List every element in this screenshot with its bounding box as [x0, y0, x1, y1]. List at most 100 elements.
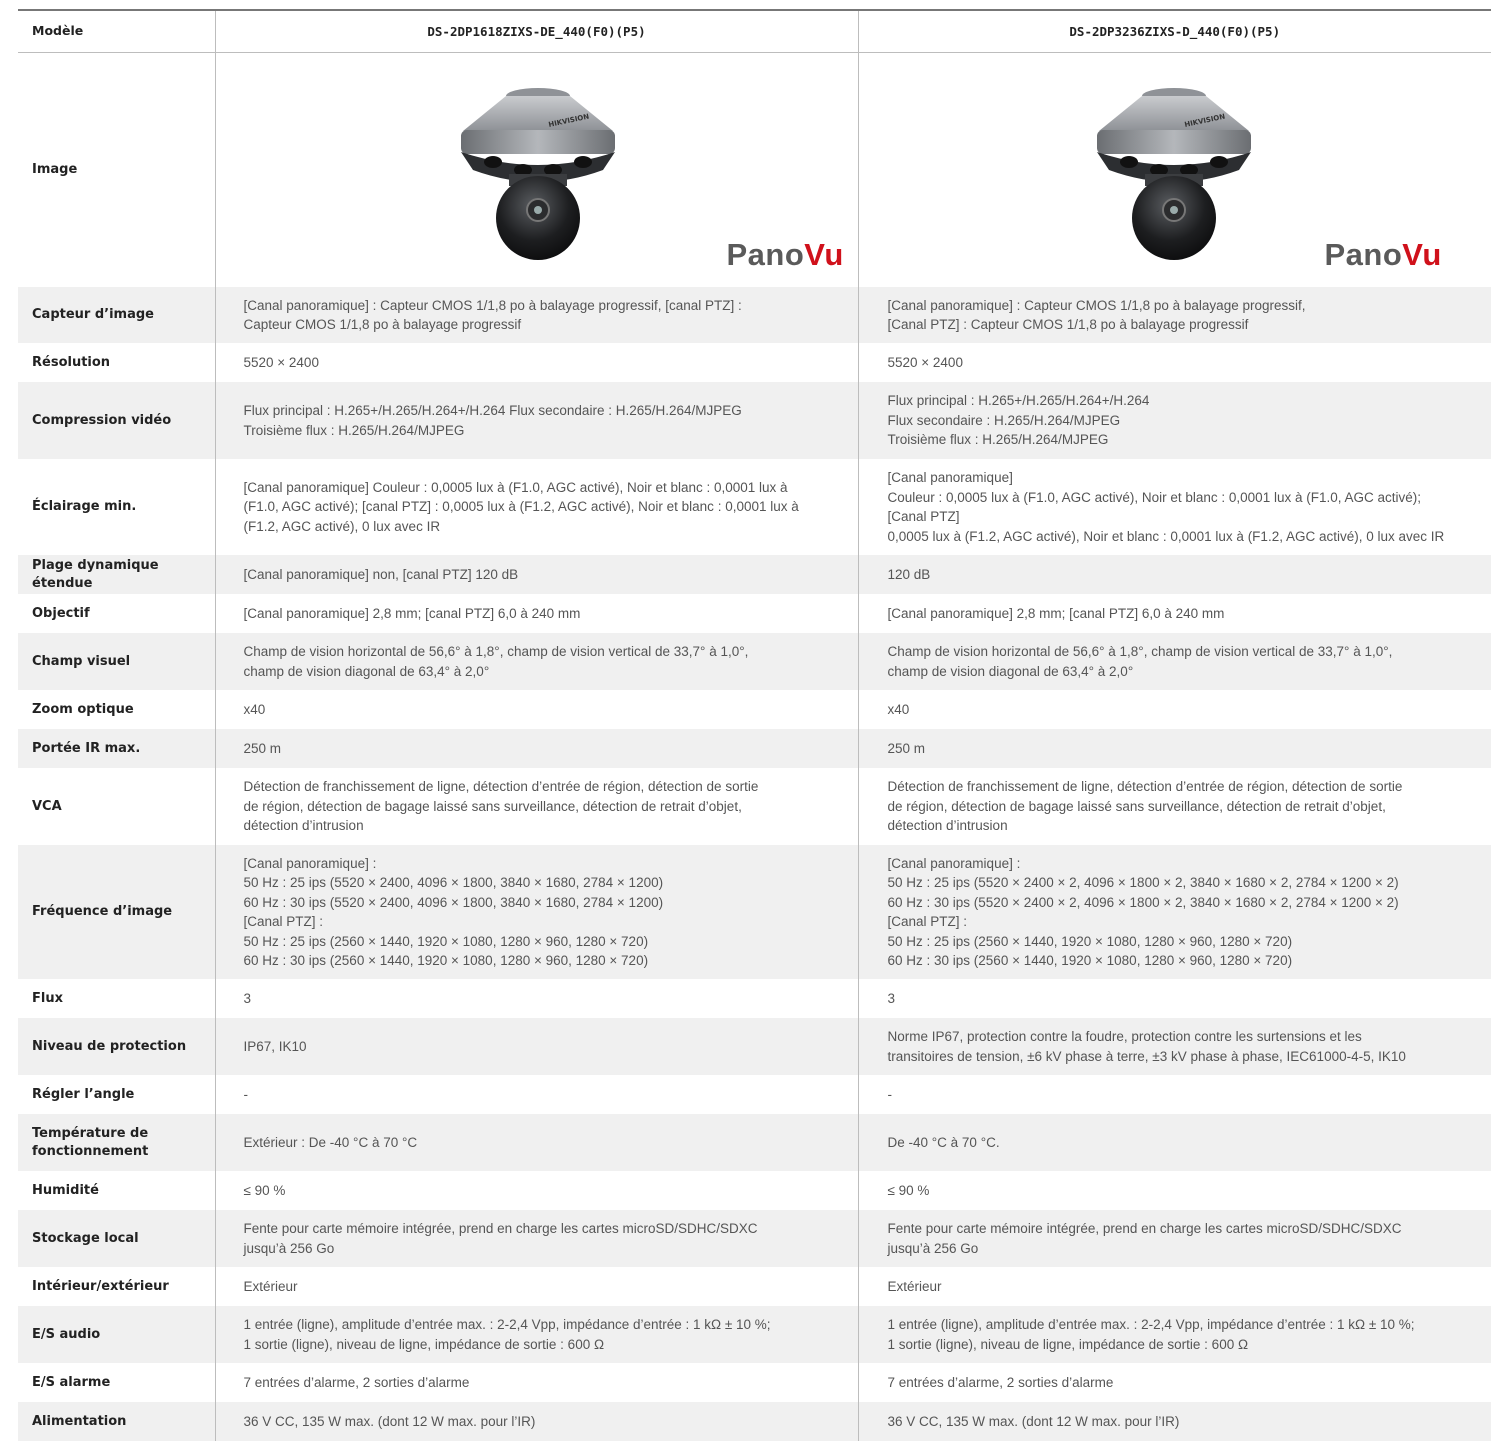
model-2-value: 250 m	[857, 729, 1491, 768]
model-1-value: ≤ 90 %	[214, 1171, 858, 1210]
spec-label-text: Champ visuel	[32, 653, 131, 669]
model-2-value: Flux principal : H.265+/H.265/H.264+/H.2…	[857, 382, 1491, 459]
model-1-value-text: Flux principal : H.265+/H.265/H.264+/H.2…	[243, 403, 742, 438]
model-1-value-text: Extérieur	[243, 1278, 298, 1294]
model-2-value: 36 V CC, 135 W max. (dont 12 W max. pour…	[857, 1402, 1491, 1441]
spec-label-text: Zoom optique	[32, 701, 134, 717]
spec-label-text: Fréquence d’image	[32, 904, 173, 919]
spec-label-text: Niveau de protection	[32, 1038, 187, 1054]
spec-label: Flux	[18, 979, 215, 1018]
spec-label: Régler l’angle	[18, 1075, 215, 1114]
image-row-label: Image	[32, 161, 78, 177]
spec-label: Objectif	[18, 594, 215, 633]
spec-label-text: E/S alarme	[32, 1374, 111, 1390]
model-2-value: [Canal panoramique] : 50 Hz : 25 ips (55…	[857, 845, 1491, 979]
spec-label: Fréquence d’image	[18, 845, 215, 979]
model-2-value: 3	[857, 979, 1491, 1018]
spec-label: Intérieur/extérieur	[18, 1267, 215, 1306]
spec-label: E/S alarme	[18, 1363, 215, 1402]
model-2-value-text: Flux principal : H.265+/H.265/H.264+/H.2…	[887, 393, 1150, 448]
model-1-image-cell: HIKVISION PanoVu	[214, 52, 858, 287]
model-2-value: 7 entrées d’alarme, 2 sorties d’alarme	[857, 1363, 1491, 1402]
model-1-value-text: [Canal panoramique] 2,8 mm; [canal PTZ] …	[243, 605, 581, 621]
model-2-value-text: ≤ 90 %	[887, 1182, 930, 1198]
model-2-value: De -40 °C à 70 °C.	[857, 1114, 1491, 1171]
model-2-value-text: [Canal panoramique] : Capteur CMOS 1/1,8…	[887, 297, 1306, 333]
spec-row: Fréquence d’image [Canal panoramique] : 5…	[18, 845, 1491, 979]
spec-label: Alimentation	[18, 1402, 215, 1441]
spec-row: E/S audio 1 entrée (ligne), amplitude d’e…	[18, 1306, 1491, 1363]
panovu-logo: PanoVu	[1325, 239, 1442, 270]
model-1-value: [Canal panoramique] : 50 Hz : 25 ips (55…	[214, 845, 858, 979]
spec-label: Humidité	[18, 1171, 215, 1210]
model-1-value-text: 1 entrée (ligne), amplitude d’entrée max…	[243, 1317, 771, 1352]
header-row: Modèle DS-2DP1618ZIXS-DE_440(F0)(P5) DS-…	[18, 11, 1491, 53]
spec-label: E/S audio	[18, 1306, 215, 1363]
model-1-value: 250 m	[214, 729, 858, 768]
spec-label: Capteur d’image	[18, 287, 215, 343]
spec-label: Champ visuel	[18, 633, 215, 690]
image-row: Image HIKVISION PanoVu HIKVISION PanoVu	[18, 52, 1491, 287]
spec-row: Humidité ≤ 90 % ≤ 90 %	[18, 1171, 1491, 1210]
model-1-value: Fente pour carte mémoire intégrée, prend…	[214, 1210, 858, 1267]
model-1-value: 36 V CC, 135 W max. (dont 12 W max. pour…	[214, 1402, 858, 1441]
spec-label-text: Stockage local	[32, 1230, 139, 1246]
logo-vu-text: Vu	[804, 236, 844, 272]
model-2-value-text: Fente pour carte mémoire intégrée, prend…	[887, 1221, 1402, 1256]
model-1-value-text: [Canal panoramique] non, [canal PTZ] 120…	[243, 566, 519, 582]
model-1-value: [Canal panoramique] : Capteur CMOS 1/1,8…	[214, 287, 858, 343]
model-1-value-text: x40	[243, 701, 266, 717]
model-1-value: [Canal panoramique] Couleur : 0,0005 lux…	[214, 459, 858, 555]
model-1-value: 5520 × 2400	[214, 343, 858, 382]
model-1-value-text: Détection de franchissement de ligne, dé…	[243, 779, 759, 834]
model-2-value-text: 5520 × 2400	[887, 354, 963, 370]
model-2-value-text: 36 V CC, 135 W max. (dont 12 W max. pour…	[887, 1413, 1180, 1429]
spec-label: Portée IR max.	[18, 729, 215, 768]
model-1-value: IP67, IK10	[214, 1018, 858, 1075]
model-1-value: -	[214, 1075, 858, 1114]
spec-table: Modèle DS-2DP1618ZIXS-DE_440(F0)(P5) DS-…	[18, 11, 1491, 1441]
model-1-value: 1 entrée (ligne), amplitude d’entrée max…	[214, 1306, 858, 1363]
model-2-value: [Canal panoramique] : Capteur CMOS 1/1,8…	[857, 287, 1491, 343]
spec-label-text: Portée IR max.	[32, 740, 141, 756]
spec-row: VCA Détection de franchissement de ligne,…	[18, 768, 1491, 845]
spec-label-text: E/S audio	[32, 1326, 101, 1342]
spec-label-text: Température de fonctionnement	[32, 1125, 149, 1159]
model-1-value-text: Fente pour carte mémoire intégrée, prend…	[243, 1221, 758, 1256]
model-1-value-text: Extérieur : De -40 °C à 70 °C	[243, 1134, 418, 1150]
model-2-value: x40	[857, 690, 1491, 729]
panovu-logo: PanoVu	[727, 239, 844, 270]
model-2-value-text: 7 entrées d’alarme, 2 sorties d’alarme	[887, 1374, 1114, 1390]
model-2-value: [Canal panoramique] Couleur : 0,0005 lux…	[857, 459, 1491, 555]
model-1-value-text: [Canal panoramique] Couleur : 0,0005 lux…	[243, 479, 799, 534]
spec-label: Zoom optique	[18, 690, 215, 729]
camera-1-image: HIKVISION	[460, 87, 615, 260]
model-2-value-text: x40	[887, 701, 910, 717]
model-2-value: [Canal panoramique] 2,8 mm; [canal PTZ] …	[857, 594, 1491, 633]
model-2-value-text: [Canal panoramique] : 50 Hz : 25 ips (55…	[887, 855, 1399, 969]
model-1-value-text: ≤ 90 %	[243, 1182, 286, 1198]
model-1-value: Champ de vision horizontal de 56,6° à 1,…	[214, 633, 858, 690]
model-2-value-text: De -40 °C à 70 °C.	[887, 1134, 1000, 1150]
camera-2-image: HIKVISION	[1096, 87, 1251, 260]
model-2-value-text: Norme IP67, protection contre la foudre,…	[887, 1029, 1406, 1064]
model-2-value-text: 250 m	[887, 740, 926, 756]
model-2-value: 1 entrée (ligne), amplitude d’entrée max…	[857, 1306, 1491, 1363]
spec-row: Portée IR max. 250 m 250 m	[18, 729, 1491, 768]
model-2-value-text: Extérieur	[887, 1278, 942, 1294]
spec-row: Éclairage min. [Canal panoramique] Couleu…	[18, 459, 1491, 555]
spec-row: Stockage local Fente pour carte mémoire i…	[18, 1210, 1491, 1267]
model-2-value-text: [Canal panoramique] 2,8 mm; [canal PTZ] …	[887, 605, 1225, 621]
model-1-value-text: -	[243, 1086, 249, 1102]
spec-row: Alimentation 36 V CC, 135 W max. (dont 12…	[18, 1402, 1491, 1441]
model-2-value: Norme IP67, protection contre la foudre,…	[857, 1018, 1491, 1075]
spec-label-text: Humidité	[32, 1182, 99, 1198]
spec-row: Capteur d’image [Canal panoramique] : Cap…	[18, 287, 1491, 343]
model-2-value-text: [Canal panoramique] Couleur : 0,0005 lux…	[887, 470, 1445, 544]
model-2-value-text: 1 entrée (ligne), amplitude d’entrée max…	[887, 1317, 1415, 1352]
spec-row: E/S alarme 7 entrées d’alarme, 2 sorties …	[18, 1363, 1491, 1402]
model-1-value: [Canal panoramique] non, [canal PTZ] 120…	[214, 555, 858, 594]
model-1-value-text: 5520 × 2400	[243, 354, 319, 370]
model-2-value: 120 dB	[857, 555, 1491, 594]
spec-row: Compression vidéo Flux principal : H.265+…	[18, 382, 1491, 459]
